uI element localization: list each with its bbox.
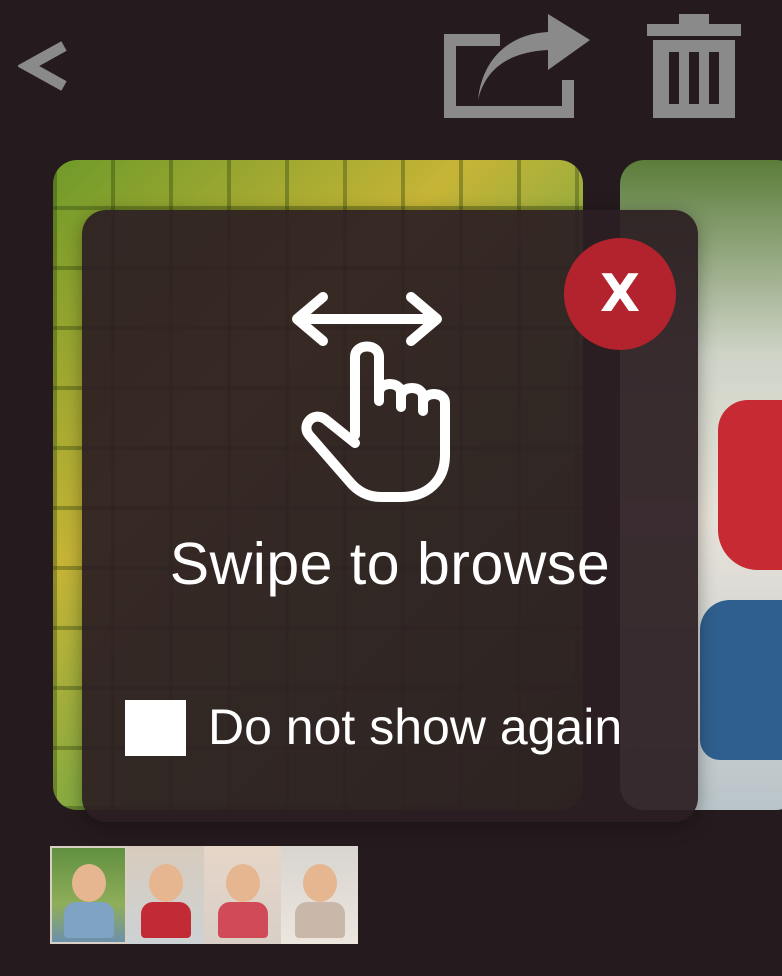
do-not-show-again-label[interactable]: Do not show again [208, 702, 622, 752]
thumbnail-subject-body [295, 902, 345, 938]
thumbnail-subject [149, 864, 183, 902]
thumbnail-subject [303, 864, 337, 902]
thumbnail-2[interactable] [127, 846, 204, 944]
thumbnail-strip [50, 846, 358, 944]
back-chevron-icon[interactable] [18, 38, 72, 94]
thumbnail-subject-body [141, 902, 191, 938]
thumbnail-subject [226, 864, 260, 902]
share-icon[interactable] [442, 14, 592, 120]
thumbnail-4[interactable] [281, 846, 358, 944]
thumbnail-subject [72, 864, 106, 902]
swipe-hint-message: Swipe to browse [169, 531, 611, 597]
photo-next-subject [718, 400, 782, 570]
photo-next-subject-legs [700, 600, 782, 760]
trash-icon[interactable] [645, 12, 743, 120]
thumbnail-1[interactable] [50, 846, 127, 944]
thumbnail-subject-body [218, 902, 268, 938]
close-hint-button[interactable]: X [564, 238, 676, 350]
thumbnail-3[interactable] [204, 846, 281, 944]
swipe-gesture-icon [292, 292, 450, 502]
thumbnail-subject-body [64, 902, 114, 938]
do-not-show-again-checkbox[interactable] [125, 700, 186, 756]
